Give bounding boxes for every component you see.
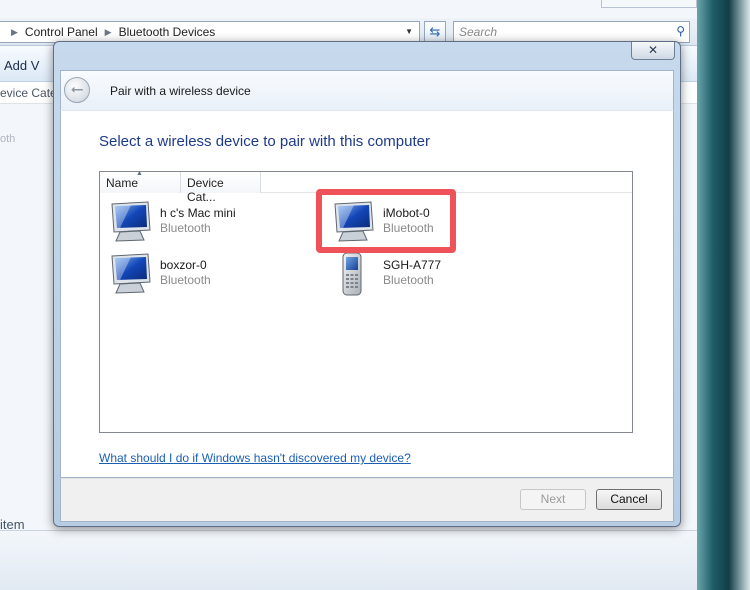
device-name: h c's Mac mini	[160, 206, 236, 220]
search-icon[interactable]: ⚲	[676, 24, 685, 38]
dialog-header: ⭠ Pair with a wireless device	[60, 70, 674, 110]
device-type: Bluetooth	[160, 221, 211, 235]
window-caption-buttons[interactable]	[601, 0, 697, 8]
pair-dialog: ✕ ⭠ Pair with a wireless device Select a…	[53, 41, 681, 527]
help-link[interactable]: What should I do if Windows hasn't disco…	[99, 451, 411, 465]
device-item-sgh-a777[interactable]: SGH-A777 Bluetooth	[325, 252, 525, 298]
details-pane	[0, 530, 700, 590]
breadcrumb-control-panel[interactable]: Control Panel	[25, 25, 98, 39]
search-input[interactable]: Search ⚲	[453, 21, 690, 43]
refresh-button[interactable]: ⇆	[424, 21, 446, 43]
breadcrumb-arrow-icon: ▶	[104, 26, 112, 37]
device-item-mac-mini[interactable]: h c's Mac mini Bluetooth	[102, 200, 302, 246]
dialog-content: Select a wireless device to pair with th…	[60, 110, 674, 478]
next-button[interactable]: Next	[520, 489, 586, 510]
device-name: SGH-A777	[383, 258, 442, 272]
sort-ascending-icon: ▲	[136, 170, 143, 177]
dialog-title: Pair with a wireless device	[110, 84, 251, 98]
add-device-button[interactable]: Add V	[4, 58, 39, 73]
close-button[interactable]: ✕	[631, 42, 675, 60]
search-placeholder: Search	[459, 25, 498, 39]
device-category-column[interactable]: evice Cate	[0, 86, 57, 100]
breadcrumb-bluetooth-devices[interactable]: Bluetooth Devices	[119, 25, 216, 39]
cancel-button[interactable]: Cancel	[596, 489, 662, 510]
address-bar[interactable]: ▶ Control Panel ▶ Bluetooth Devices ▼	[0, 21, 420, 43]
device-type: Bluetooth	[383, 273, 434, 287]
column-device-category[interactable]: Device Cat...	[181, 172, 261, 204]
device-name: boxzor-0	[160, 258, 207, 272]
computer-icon	[111, 253, 151, 294]
desktop-background	[697, 0, 750, 590]
background-faded-text: oth	[0, 133, 16, 145]
device-list[interactable]: ▲ Name Device Cat... h c's Mac mini Blue…	[99, 170, 633, 433]
instruction-heading: Select a wireless device to pair with th…	[99, 133, 430, 150]
phone-icon	[342, 252, 362, 296]
address-dropdown-icon[interactable]: ▼	[405, 27, 413, 36]
device-item-boxzor[interactable]: boxzor-0 Bluetooth	[102, 252, 302, 298]
computer-icon	[111, 201, 151, 242]
dialog-footer: Next Cancel	[60, 478, 674, 522]
breadcrumb-arrow-icon: ▶	[11, 26, 18, 37]
back-arrow-icon[interactable]: ⭠	[64, 77, 90, 103]
column-name[interactable]: ▲ Name	[100, 170, 181, 193]
selection-highlight-box	[316, 189, 456, 253]
device-type: Bluetooth	[160, 273, 211, 287]
